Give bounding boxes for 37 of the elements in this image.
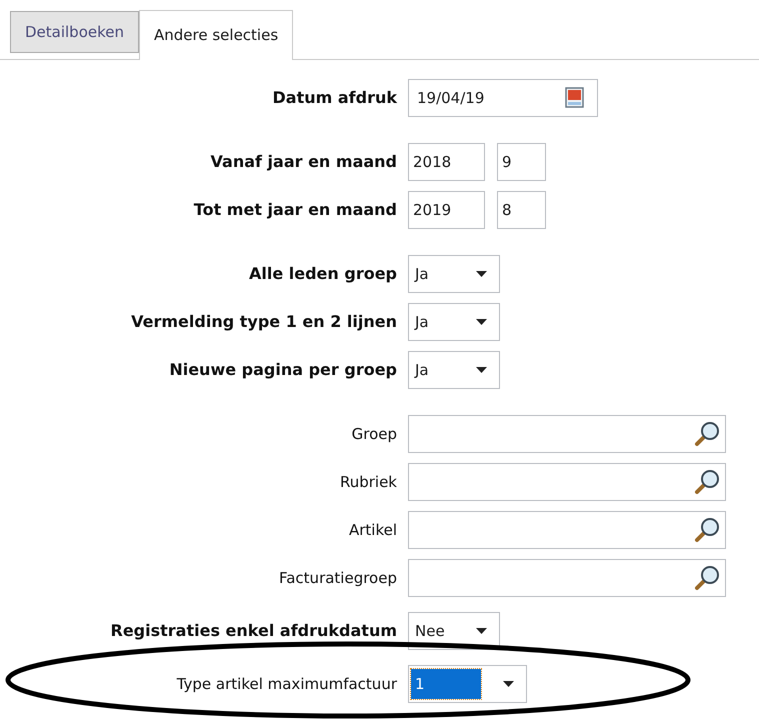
tab[interactable]: Andere selecties [139,10,294,60]
lookup-field[interactable] [408,415,726,453]
date-field[interactable]: 19/04/19 [408,79,598,117]
caret-icon [476,319,487,325]
year-field[interactable]: 2019 [408,191,485,229]
search-icon [693,564,721,592]
field-label: Nieuwe pagina per groep [168,359,397,381]
dropdown[interactable]: Ja [408,303,500,341]
dropdown[interactable]: 1 [408,665,527,703]
field-label: Rubriek [338,472,397,493]
lookup-field[interactable] [408,463,726,501]
field-label: Datum afdruk [272,87,397,109]
month-field[interactable]: 8 [497,191,546,229]
field-label: Facturatiegroep [278,568,397,589]
field-label: Tot met jaar en maand [192,199,397,221]
search-icon [693,516,721,544]
field-label: Type artikel maximumfactuur [176,674,397,695]
caret-icon [476,367,487,373]
calendar-icon[interactable] [565,87,585,109]
field-label: Alle leden groep [248,263,397,285]
search-icon [693,420,721,448]
caret-icon [476,628,487,634]
field-label: Groep [350,424,397,445]
year-field[interactable]: 2018 [408,143,485,181]
caret-icon [476,271,487,277]
search-icon [693,468,721,496]
field-label: Vermelding type 1 en 2 lijnen [130,311,397,333]
tab[interactable]: Detailboeken [10,11,140,53]
dropdown[interactable]: Ja [408,255,500,293]
lookup-field[interactable] [408,559,726,597]
field-label: Vanaf jaar en maand [210,151,397,173]
month-field[interactable]: 9 [497,143,546,181]
lookup-field[interactable] [408,511,726,549]
field-label: Artikel [348,520,397,541]
field-label: Registraties enkel afdrukdatum [110,620,397,642]
dropdown[interactable]: Ja [408,351,500,389]
caret-icon [503,681,514,687]
